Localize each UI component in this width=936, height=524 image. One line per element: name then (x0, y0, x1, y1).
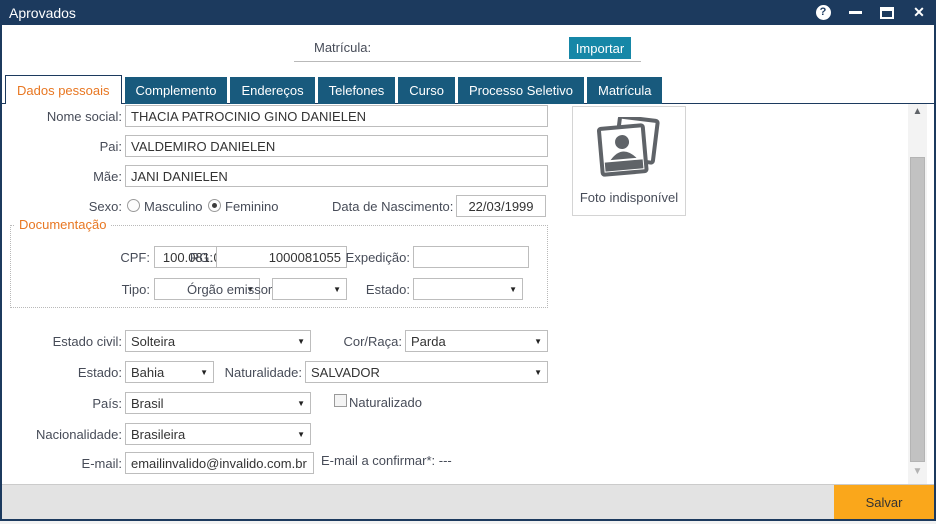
maximize-icon (880, 7, 894, 19)
cor-raca-value: Parda (411, 334, 530, 349)
scroll-up-icon[interactable]: ▲ (908, 106, 927, 122)
close-button[interactable]: ✕ (910, 4, 928, 22)
maximize-button[interactable] (878, 4, 896, 22)
tab-complemento[interactable]: Complemento (125, 77, 228, 104)
chevron-down-icon: ▼ (534, 337, 542, 346)
minimize-button[interactable] (846, 4, 864, 22)
salvar-button[interactable]: Salvar (834, 485, 934, 519)
nome-social-input[interactable] (125, 105, 548, 127)
rg-input[interactable] (216, 246, 347, 268)
expedicao-input[interactable] (413, 246, 529, 268)
tab-telefones[interactable]: Telefones (318, 77, 396, 104)
vertical-scrollbar[interactable]: ▲ ▼ (908, 104, 927, 484)
cpf-label: CPF: (102, 250, 150, 266)
pai-input[interactable] (125, 135, 548, 157)
email-label: E-mail: (2, 456, 122, 472)
tipo-label: Tipo: (102, 282, 150, 298)
help-icon: ? (816, 5, 831, 20)
importar-button[interactable]: Importar (569, 37, 631, 59)
tab-curso[interactable]: Curso (398, 77, 455, 104)
radio-feminino-label: Feminino (225, 199, 278, 214)
chevron-down-icon: ▼ (200, 368, 208, 377)
matricula-input[interactable] (382, 36, 562, 58)
matricula-underline (294, 61, 641, 62)
photo-icon (593, 117, 665, 181)
expedicao-label: Expedição: (340, 250, 410, 266)
chevron-down-icon: ▼ (297, 337, 305, 346)
cor-raca-select[interactable]: Parda ▼ (405, 330, 548, 352)
estado-civil-value: Solteira (131, 334, 293, 349)
chevron-down-icon: ▼ (297, 399, 305, 408)
close-icon: ✕ (913, 4, 925, 21)
orgao-emissor-label: Órgão emissor: (187, 282, 269, 298)
estado-civil-label: Estado civil: (2, 334, 122, 350)
email-confirmar-text: E-mail a confirmar*: --- (321, 453, 452, 468)
naturalizado-checkbox[interactable] (334, 394, 347, 407)
doc-estado-label: Estado: (340, 282, 410, 298)
minimize-icon (849, 11, 862, 14)
radio-masculino[interactable] (127, 199, 140, 212)
doc-estado-select[interactable]: ▼ (413, 278, 523, 300)
tab-bar: Dados pessoais Complemento Endereços Tel… (5, 75, 662, 104)
aprovados-window: Aprovados ? ✕ Matrícula: Importar Dados … (0, 0, 936, 521)
radio-masculino-label: Masculino (144, 199, 203, 214)
mae-label: Mãe: (2, 169, 122, 185)
window-controls: ? ✕ (814, 0, 928, 25)
chevron-down-icon: ▼ (534, 368, 542, 377)
tab-processo-seletivo[interactable]: Processo Seletivo (458, 77, 584, 104)
cor-raca-label: Cor/Raça: (322, 334, 402, 350)
email-input[interactable] (125, 452, 314, 474)
scroll-down-icon[interactable]: ▼ (908, 466, 927, 482)
nacionalidade-value: Brasileira (131, 427, 293, 442)
data-nascimento-input[interactable] (456, 195, 546, 217)
sexo-label: Sexo: (2, 199, 122, 215)
help-button[interactable]: ? (814, 4, 832, 22)
rg-label: RG: (182, 250, 213, 266)
naturalidade-select[interactable]: SALVADOR ▼ (305, 361, 548, 383)
documentacao-legend: Documentação (15, 217, 110, 232)
photo-caption: Foto indisponível (573, 190, 685, 205)
pai-label: Pai: (2, 139, 122, 155)
estado-value: Bahia (131, 365, 196, 380)
naturalidade-label: Naturalidade: (212, 365, 302, 381)
tab-dados-pessoais[interactable]: Dados pessoais (5, 75, 122, 104)
data-nascimento-label: Data de Nascimento: (332, 199, 452, 215)
window-title: Aprovados (0, 5, 76, 21)
radio-feminino[interactable] (208, 199, 221, 212)
estado-label: Estado: (2, 365, 122, 381)
tab-matricula[interactable]: Matrícula (587, 77, 662, 104)
pais-label: País: (2, 396, 122, 412)
orgao-emissor-select[interactable]: ▼ (272, 278, 347, 300)
estado-select[interactable]: Bahia ▼ (125, 361, 214, 383)
nacionalidade-label: Nacionalidade: (2, 427, 122, 443)
title-bar: Aprovados ? ✕ (0, 0, 936, 25)
pais-value: Brasil (131, 396, 293, 411)
footer-bar: Salvar (2, 484, 934, 519)
naturalizado-label: Naturalizado (349, 395, 422, 410)
scrollbar-thumb[interactable] (910, 157, 925, 462)
mae-input[interactable] (125, 165, 548, 187)
nacionalidade-select[interactable]: Brasileira ▼ (125, 423, 311, 445)
naturalidade-value: SALVADOR (311, 365, 530, 380)
nome-social-label: Nome social: (2, 109, 122, 125)
photo-placeholder[interactable]: Foto indisponível (572, 106, 686, 216)
chevron-down-icon: ▼ (509, 285, 517, 294)
pais-select[interactable]: Brasil ▼ (125, 392, 311, 414)
estado-civil-select[interactable]: Solteira ▼ (125, 330, 311, 352)
tab-enderecos[interactable]: Endereços (230, 77, 314, 104)
matricula-label: Matrícula: (314, 40, 371, 55)
chevron-down-icon: ▼ (297, 430, 305, 439)
